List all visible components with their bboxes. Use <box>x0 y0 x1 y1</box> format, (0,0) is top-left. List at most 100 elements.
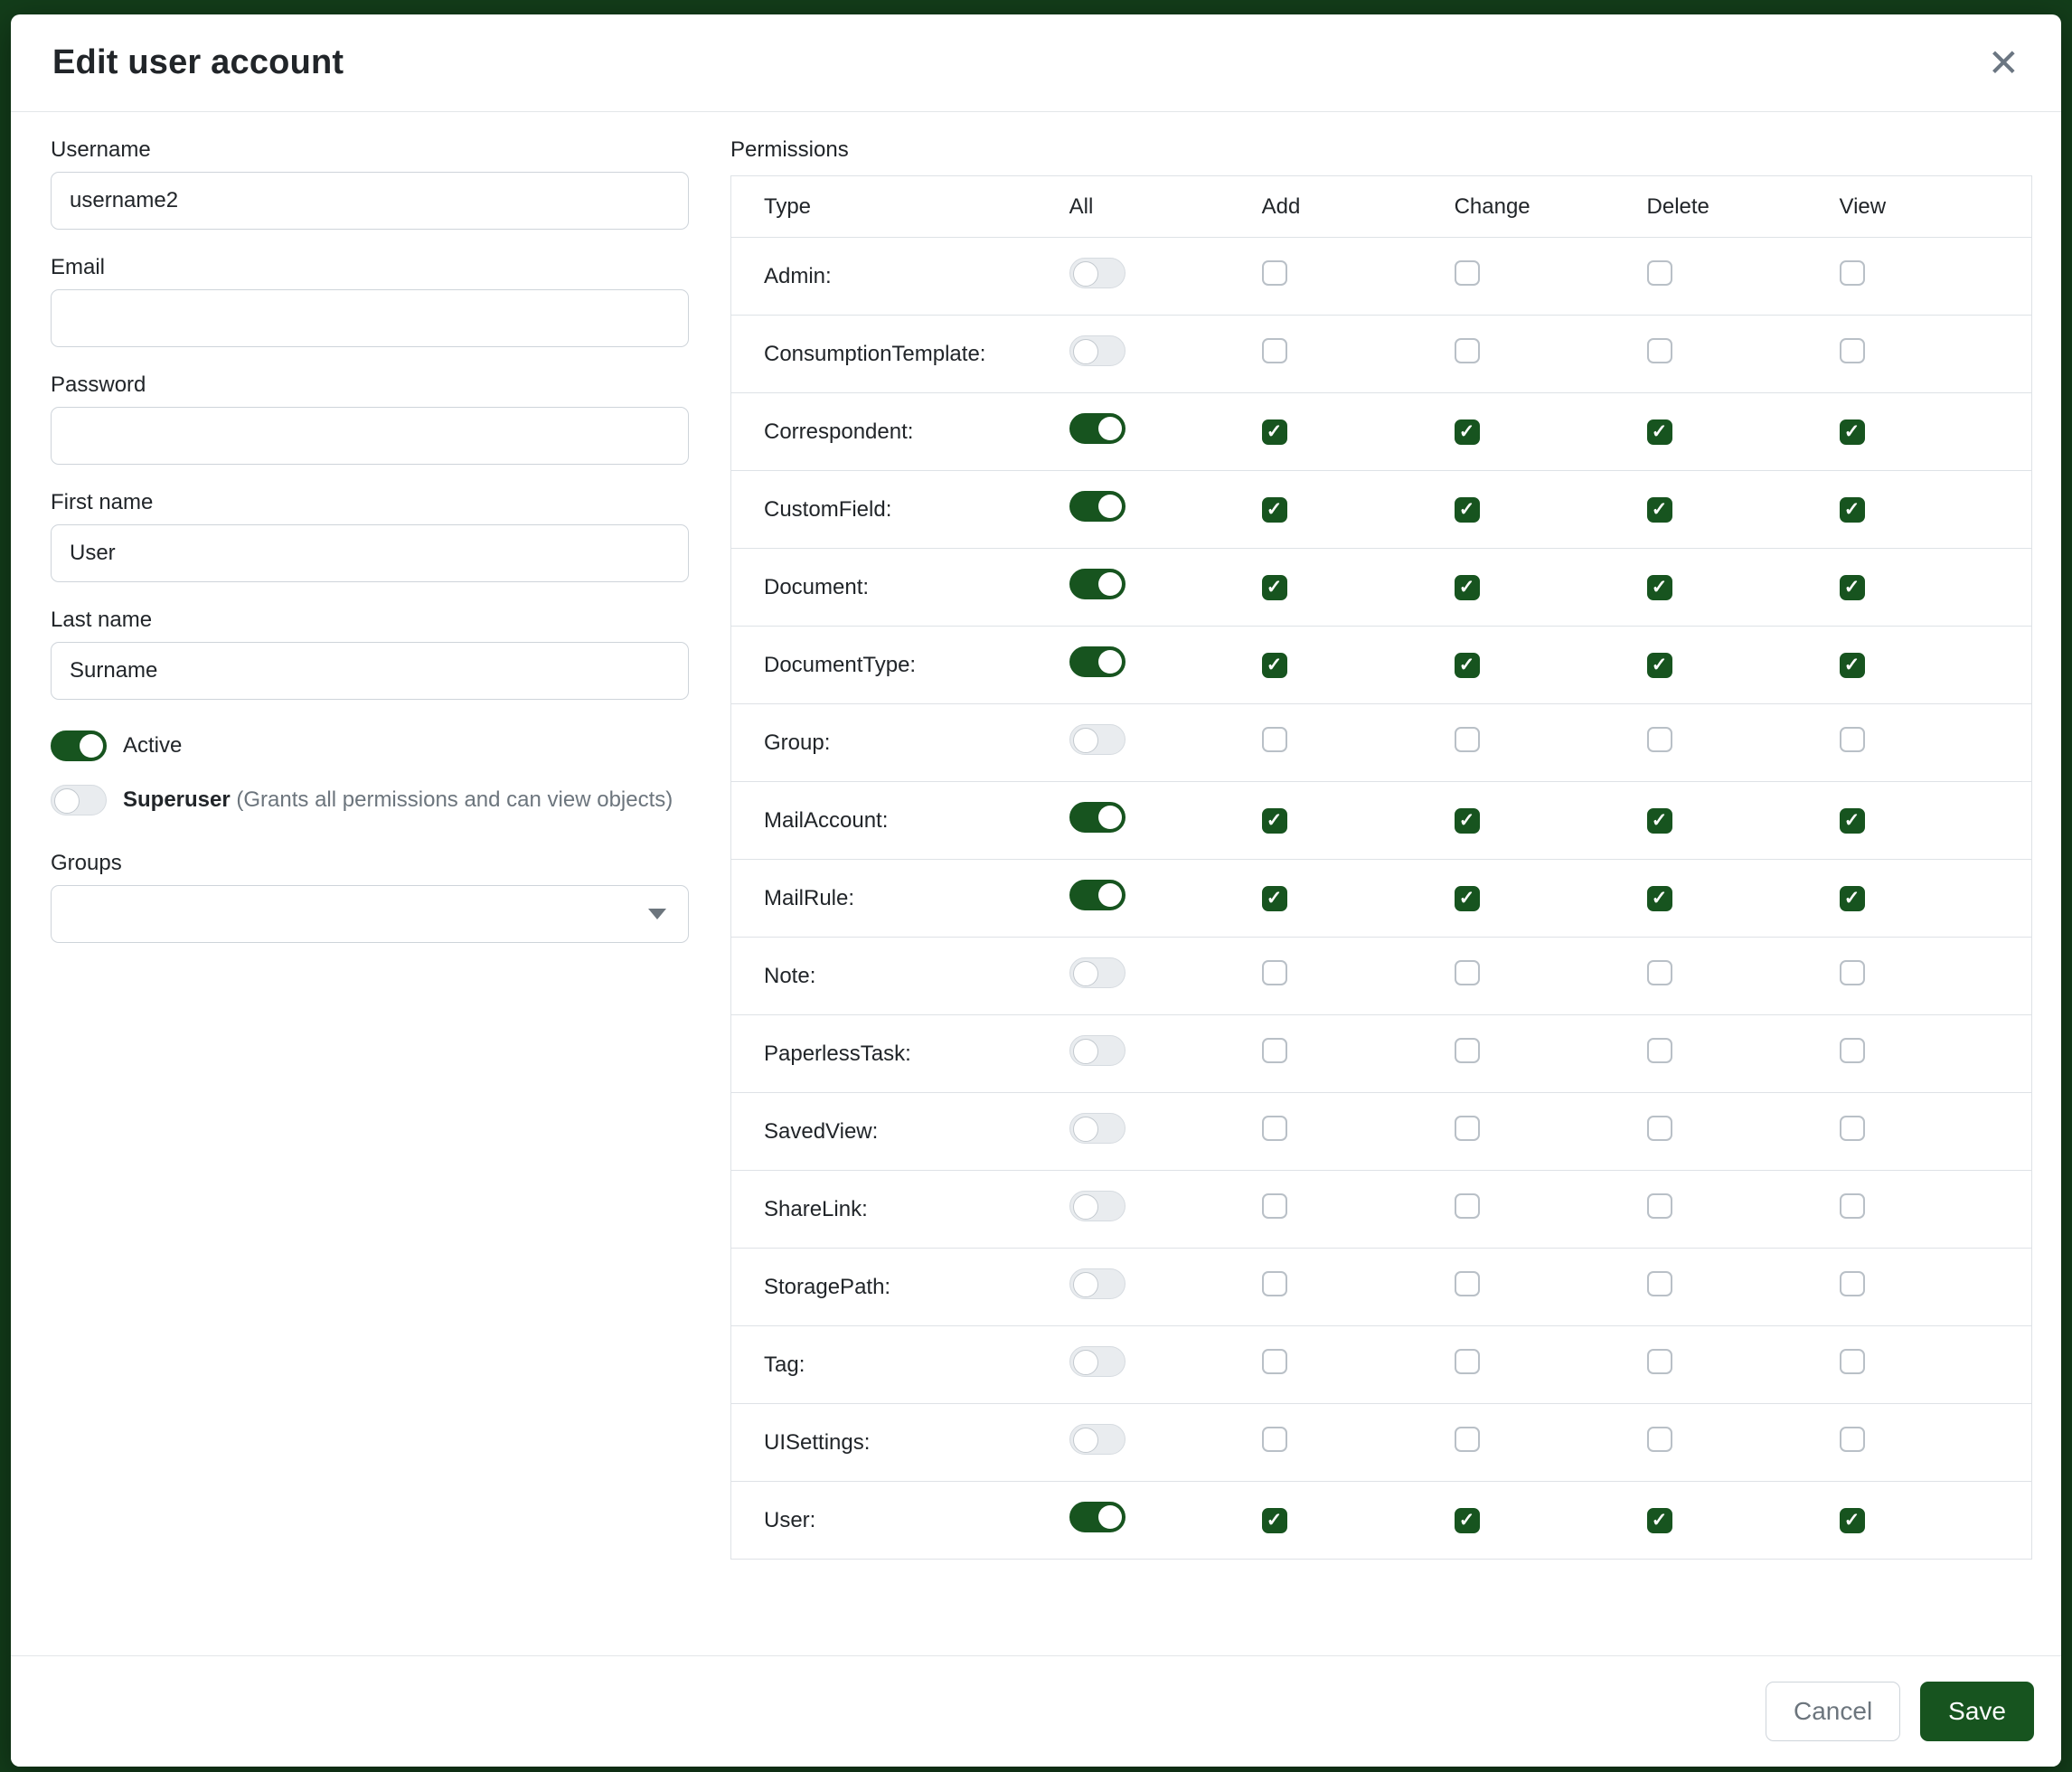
permission-change-checkbox[interactable] <box>1455 1116 1480 1141</box>
permission-view-checkbox[interactable] <box>1840 1271 1865 1296</box>
superuser-toggle[interactable] <box>51 785 107 815</box>
permission-delete-checkbox[interactable] <box>1647 1427 1672 1452</box>
username-field-group: Username <box>51 137 689 230</box>
permission-add-checkbox[interactable]: ✓ <box>1262 808 1287 834</box>
permission-view-checkbox[interactable] <box>1840 960 1865 985</box>
permission-all-toggle[interactable] <box>1069 1191 1125 1221</box>
permission-view-checkbox[interactable] <box>1840 727 1865 752</box>
permission-add-checkbox[interactable] <box>1262 1271 1287 1296</box>
permission-change-checkbox[interactable] <box>1455 260 1480 286</box>
permission-delete-checkbox[interactable]: ✓ <box>1647 653 1672 678</box>
permission-all-toggle[interactable] <box>1069 413 1125 444</box>
permission-all-toggle[interactable] <box>1069 491 1125 522</box>
permission-change-checkbox[interactable] <box>1455 1038 1480 1063</box>
permission-all-toggle[interactable] <box>1069 1113 1125 1144</box>
permission-all-toggle[interactable] <box>1069 1424 1125 1455</box>
permission-change-checkbox[interactable] <box>1455 1193 1480 1219</box>
permission-change-checkbox[interactable]: ✓ <box>1455 808 1480 834</box>
permission-add-checkbox[interactable] <box>1262 338 1287 363</box>
permission-view-checkbox[interactable] <box>1840 1427 1865 1452</box>
permission-delete-checkbox[interactable]: ✓ <box>1647 808 1672 834</box>
permission-change-checkbox[interactable]: ✓ <box>1455 575 1480 600</box>
permission-view-checkbox[interactable]: ✓ <box>1840 1508 1865 1533</box>
permission-delete-checkbox[interactable]: ✓ <box>1647 886 1672 911</box>
permission-change-checkbox[interactable]: ✓ <box>1455 497 1480 523</box>
permission-change-checkbox[interactable]: ✓ <box>1455 886 1480 911</box>
permission-change-checkbox[interactable] <box>1455 1271 1480 1296</box>
permission-view-checkbox[interactable]: ✓ <box>1840 575 1865 600</box>
permission-change-checkbox[interactable]: ✓ <box>1455 653 1480 678</box>
permission-all-toggle[interactable] <box>1069 724 1125 755</box>
permission-add-checkbox[interactable] <box>1262 1038 1287 1063</box>
permission-change-checkbox[interactable] <box>1455 1427 1480 1452</box>
permission-view-checkbox[interactable] <box>1840 1193 1865 1219</box>
permission-add-checkbox[interactable] <box>1262 1349 1287 1374</box>
permission-add-checkbox[interactable] <box>1262 1427 1287 1452</box>
first-name-input[interactable] <box>51 524 689 582</box>
permission-all-toggle[interactable] <box>1069 1346 1125 1377</box>
cancel-button[interactable]: Cancel <box>1766 1682 1900 1741</box>
permission-view-checkbox[interactable] <box>1840 1116 1865 1141</box>
permission-delete-checkbox[interactable] <box>1647 1038 1672 1063</box>
permission-change-checkbox[interactable] <box>1455 960 1480 985</box>
permission-add-checkbox[interactable]: ✓ <box>1262 419 1287 445</box>
permission-delete-checkbox[interactable]: ✓ <box>1647 419 1672 445</box>
permission-type-label: MailRule: <box>731 860 1069 938</box>
permission-delete-checkbox[interactable] <box>1647 1193 1672 1219</box>
permission-add-checkbox[interactable]: ✓ <box>1262 886 1287 911</box>
permission-delete-checkbox[interactable]: ✓ <box>1647 497 1672 523</box>
permission-delete-checkbox[interactable]: ✓ <box>1647 1508 1672 1533</box>
email-input[interactable] <box>51 289 689 347</box>
permission-all-toggle[interactable] <box>1069 258 1125 288</box>
permission-view-checkbox[interactable]: ✓ <box>1840 419 1865 445</box>
permission-change-checkbox[interactable] <box>1455 338 1480 363</box>
permission-delete-checkbox[interactable]: ✓ <box>1647 575 1672 600</box>
permission-add-checkbox[interactable]: ✓ <box>1262 497 1287 523</box>
permission-all-toggle[interactable] <box>1069 1502 1125 1532</box>
permission-view-checkbox[interactable] <box>1840 260 1865 286</box>
permission-view-checkbox[interactable] <box>1840 1349 1865 1374</box>
permission-delete-checkbox[interactable] <box>1647 960 1672 985</box>
permission-all-toggle[interactable] <box>1069 957 1125 988</box>
permission-delete-checkbox[interactable] <box>1647 338 1672 363</box>
permission-all-toggle[interactable] <box>1069 335 1125 366</box>
permission-all-toggle[interactable] <box>1069 880 1125 910</box>
username-input[interactable] <box>51 172 689 230</box>
password-input[interactable] <box>51 407 689 465</box>
permission-add-checkbox[interactable]: ✓ <box>1262 575 1287 600</box>
permission-add-checkbox[interactable]: ✓ <box>1262 1508 1287 1533</box>
permission-change-checkbox[interactable]: ✓ <box>1455 1508 1480 1533</box>
permission-delete-checkbox[interactable] <box>1647 1271 1672 1296</box>
permission-view-checkbox[interactable]: ✓ <box>1840 497 1865 523</box>
permissions-section: Permissions Type All Add Change Delete V… <box>730 137 2032 1655</box>
close-button[interactable]: ✕ <box>1988 44 2020 82</box>
permission-change-checkbox[interactable] <box>1455 1349 1480 1374</box>
permission-view-checkbox[interactable]: ✓ <box>1840 653 1865 678</box>
permission-delete-checkbox[interactable] <box>1647 1349 1672 1374</box>
groups-select[interactable] <box>51 885 689 943</box>
permissions-row: Correspondent:✓✓✓✓ <box>731 393 2032 471</box>
permission-all-toggle[interactable] <box>1069 1268 1125 1299</box>
permission-view-checkbox[interactable] <box>1840 338 1865 363</box>
active-toggle[interactable] <box>51 730 107 761</box>
permission-add-checkbox[interactable] <box>1262 1116 1287 1141</box>
permission-add-checkbox[interactable] <box>1262 960 1287 985</box>
permission-all-toggle[interactable] <box>1069 569 1125 599</box>
permission-delete-checkbox[interactable] <box>1647 727 1672 752</box>
permission-delete-checkbox[interactable] <box>1647 260 1672 286</box>
permission-view-checkbox[interactable] <box>1840 1038 1865 1063</box>
permission-all-toggle[interactable] <box>1069 802 1125 833</box>
permission-change-checkbox[interactable] <box>1455 727 1480 752</box>
save-button[interactable]: Save <box>1920 1682 2034 1741</box>
permission-view-checkbox[interactable]: ✓ <box>1840 886 1865 911</box>
permission-view-checkbox[interactable]: ✓ <box>1840 808 1865 834</box>
permission-add-checkbox[interactable] <box>1262 1193 1287 1219</box>
permission-all-toggle[interactable] <box>1069 1035 1125 1066</box>
permission-add-checkbox[interactable] <box>1262 727 1287 752</box>
permission-add-checkbox[interactable] <box>1262 260 1287 286</box>
permission-all-toggle[interactable] <box>1069 646 1125 677</box>
permission-add-checkbox[interactable]: ✓ <box>1262 653 1287 678</box>
permission-change-checkbox[interactable]: ✓ <box>1455 419 1480 445</box>
last-name-input[interactable] <box>51 642 689 700</box>
permission-delete-checkbox[interactable] <box>1647 1116 1672 1141</box>
